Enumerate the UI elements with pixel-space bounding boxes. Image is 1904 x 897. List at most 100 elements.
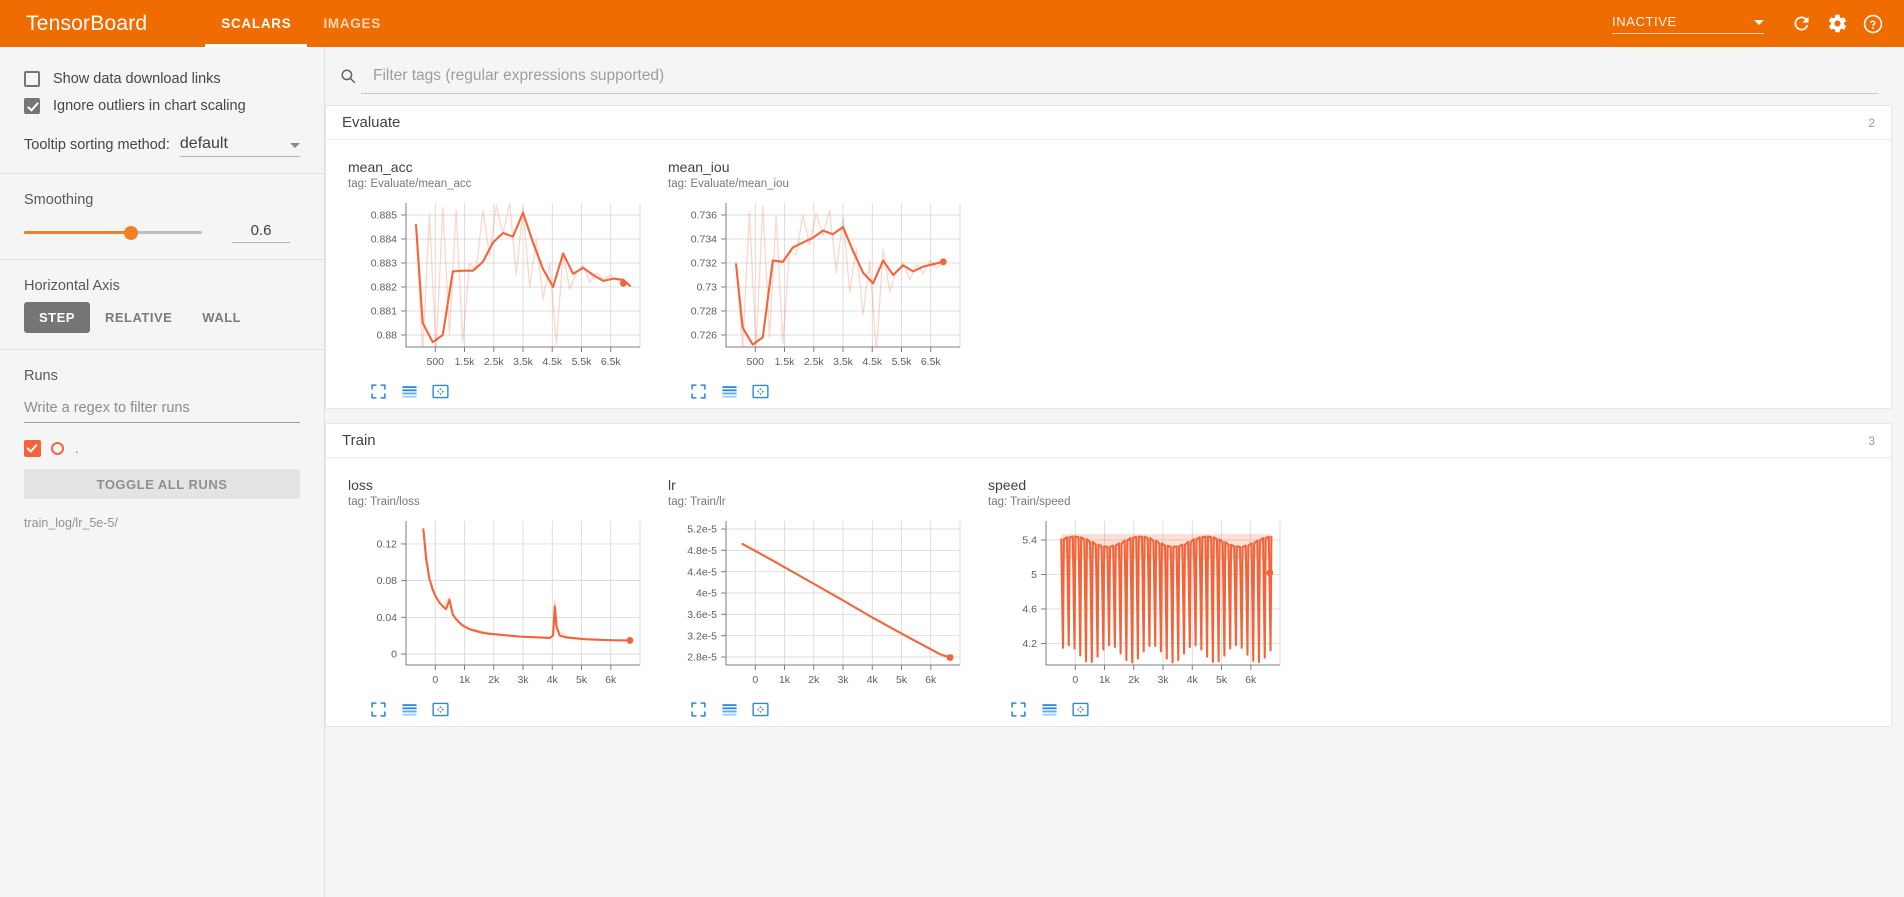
data-series-icon[interactable]	[721, 701, 738, 718]
chart-plot-mean-acc[interactable]: 0.880.8810.8820.8830.8840.8855001.5k2.5k…	[348, 195, 648, 377]
help-question-icon[interactable]	[1856, 7, 1890, 41]
svg-text:0: 0	[1072, 674, 1078, 686]
chart-title-mean-acc: mean_acc	[348, 158, 646, 176]
runs-filter-input[interactable]	[24, 396, 300, 423]
svg-text:500: 500	[426, 356, 444, 368]
run-checkbox[interactable]	[24, 440, 41, 457]
data-series-icon[interactable]	[401, 383, 418, 400]
data-series-icon[interactable]	[401, 701, 418, 718]
svg-text:2.5k: 2.5k	[484, 356, 505, 368]
horizontal-axis-step-button[interactable]: STEP	[24, 302, 90, 333]
expand-chart-icon[interactable]	[370, 701, 387, 718]
data-series-icon[interactable]	[721, 383, 738, 400]
sidebar-smoothing-section: Smoothing 0.6	[0, 174, 324, 260]
svg-text:4k: 4k	[867, 674, 879, 686]
svg-text:6.5k: 6.5k	[921, 356, 942, 368]
smoothing-slider-handle[interactable]	[124, 226, 138, 240]
fit-domain-icon[interactable]	[752, 383, 769, 400]
expand-chart-icon[interactable]	[690, 701, 707, 718]
svg-text:6.5k: 6.5k	[601, 356, 622, 368]
svg-text:2k: 2k	[488, 674, 500, 686]
svg-text:0.728: 0.728	[691, 306, 717, 318]
fit-domain-icon[interactable]	[432, 383, 449, 400]
section-count-evaluate: 2	[1868, 116, 1875, 130]
chart-plot-lr[interactable]: 2.8e-53.2e-53.6e-54e-54.4e-54.8e-55.2e-5…	[668, 513, 968, 695]
run-status-dropdown[interactable]: INACTIVE	[1612, 14, 1764, 34]
section-card-train: Train 3 loss tag: Train/loss 00.040.080.…	[325, 423, 1892, 727]
fit-domain-icon[interactable]	[432, 701, 449, 718]
svg-text:6k: 6k	[1245, 674, 1257, 686]
data-series-icon[interactable]	[1041, 701, 1058, 718]
svg-text:0: 0	[432, 674, 438, 686]
chart-toolbar-loss	[348, 695, 646, 720]
svg-text:2k: 2k	[808, 674, 820, 686]
settings-gear-icon[interactable]	[1820, 7, 1854, 41]
svg-text:4.6: 4.6	[1022, 604, 1037, 616]
show-data-download-links-checkbox-row[interactable]: Show data download links	[24, 65, 300, 92]
svg-text:4e-5: 4e-5	[696, 588, 717, 600]
fit-domain-icon[interactable]	[1072, 701, 1089, 718]
ignore-outliers-checkbox[interactable]	[24, 98, 40, 114]
smoothing-value-input[interactable]: 0.6	[232, 222, 290, 243]
tooltip-sorting-label: Tooltip sorting method:	[24, 137, 170, 157]
sidebar-runs-section: Runs . TOGGLE ALL RUNS train_log/lr_5e-5…	[0, 350, 324, 546]
section-header-evaluate[interactable]: Evaluate 2	[326, 106, 1891, 140]
horizontal-axis-button-group: STEP RELATIVE WALL	[24, 302, 300, 333]
fit-domain-icon[interactable]	[752, 701, 769, 718]
refresh-icon[interactable]	[1784, 7, 1818, 41]
chart-toolbar-lr	[668, 695, 966, 720]
svg-text:5.2e-5: 5.2e-5	[687, 524, 717, 536]
show-data-download-links-label: Show data download links	[53, 71, 221, 87]
chart-plot-loss[interactable]: 00.040.080.1201k2k3k4k5k6k	[348, 513, 648, 695]
tab-scalars[interactable]: SCALARS	[205, 0, 307, 47]
toggle-all-runs-button[interactable]: TOGGLE ALL RUNS	[24, 469, 300, 499]
expand-chart-icon[interactable]	[1010, 701, 1027, 718]
svg-text:6k: 6k	[605, 674, 617, 686]
chart-cell-speed: speed tag: Train/speed 4.24.655.401k2k3k…	[966, 468, 1286, 720]
main-content: Evaluate 2 mean_acc tag: Evaluate/mean_a…	[325, 47, 1904, 897]
section-title-train: Train	[342, 432, 1868, 449]
chart-plot-mean-iou[interactable]: 0.7260.7280.730.7320.7340.7365001.5k2.5k…	[668, 195, 968, 377]
chart-plot-speed[interactable]: 4.24.655.401k2k3k4k5k6k	[988, 513, 1288, 695]
smoothing-slider[interactable]	[24, 225, 202, 241]
ignore-outliers-label: Ignore outliers in chart scaling	[53, 98, 246, 114]
expand-chart-icon[interactable]	[370, 383, 387, 400]
smoothing-track-fill	[24, 231, 131, 234]
svg-text:0.882: 0.882	[371, 282, 397, 294]
ignore-outliers-checkbox-row[interactable]: Ignore outliers in chart scaling	[24, 92, 300, 119]
expand-chart-icon[interactable]	[690, 383, 707, 400]
svg-text:3.2e-5: 3.2e-5	[687, 630, 717, 642]
section-body-evaluate: mean_acc tag: Evaluate/mean_acc 0.880.88…	[326, 140, 1891, 408]
chart-tag-lr: tag: Train/lr	[668, 494, 966, 510]
svg-text:1k: 1k	[779, 674, 791, 686]
smoothing-label: Smoothing	[24, 192, 300, 208]
horizontal-axis-wall-button[interactable]: WALL	[187, 302, 256, 333]
horizontal-axis-relative-button[interactable]: RELATIVE	[90, 302, 187, 333]
svg-text:5: 5	[1031, 569, 1037, 581]
tab-images[interactable]: IMAGES	[307, 0, 396, 47]
svg-text:0.73: 0.73	[697, 282, 718, 294]
svg-text:4.5k: 4.5k	[542, 356, 563, 368]
section-header-train[interactable]: Train 3	[326, 424, 1891, 458]
tab-scalars-label: SCALARS	[221, 16, 291, 31]
tooltip-sorting-select[interactable]: default	[180, 135, 300, 157]
svg-text:2.8e-5: 2.8e-5	[687, 652, 717, 664]
show-data-download-links-checkbox[interactable]	[24, 71, 40, 87]
chart-toolbar-mean-acc	[348, 377, 646, 402]
svg-text:5k: 5k	[1216, 674, 1228, 686]
svg-text:1.5k: 1.5k	[775, 356, 796, 368]
app-brand-title: TensorBoard	[26, 12, 147, 36]
svg-text:1k: 1k	[459, 674, 471, 686]
svg-text:0.881: 0.881	[371, 306, 397, 318]
svg-text:4.2: 4.2	[1022, 638, 1037, 650]
run-list-item[interactable]: .	[24, 437, 300, 459]
runs-label: Runs	[24, 368, 300, 384]
chart-cell-lr: lr tag: Train/lr 2.8e-53.2e-53.6e-54e-54…	[646, 468, 966, 720]
svg-text:500: 500	[746, 356, 764, 368]
svg-text:0: 0	[752, 674, 758, 686]
run-label: .	[75, 441, 79, 456]
svg-text:4.8e-5: 4.8e-5	[687, 545, 717, 557]
chart-cell-mean-iou: mean_iou tag: Evaluate/mean_iou 0.7260.7…	[646, 150, 966, 402]
svg-text:0.08: 0.08	[377, 575, 398, 587]
tag-filter-input[interactable]	[361, 61, 1878, 94]
